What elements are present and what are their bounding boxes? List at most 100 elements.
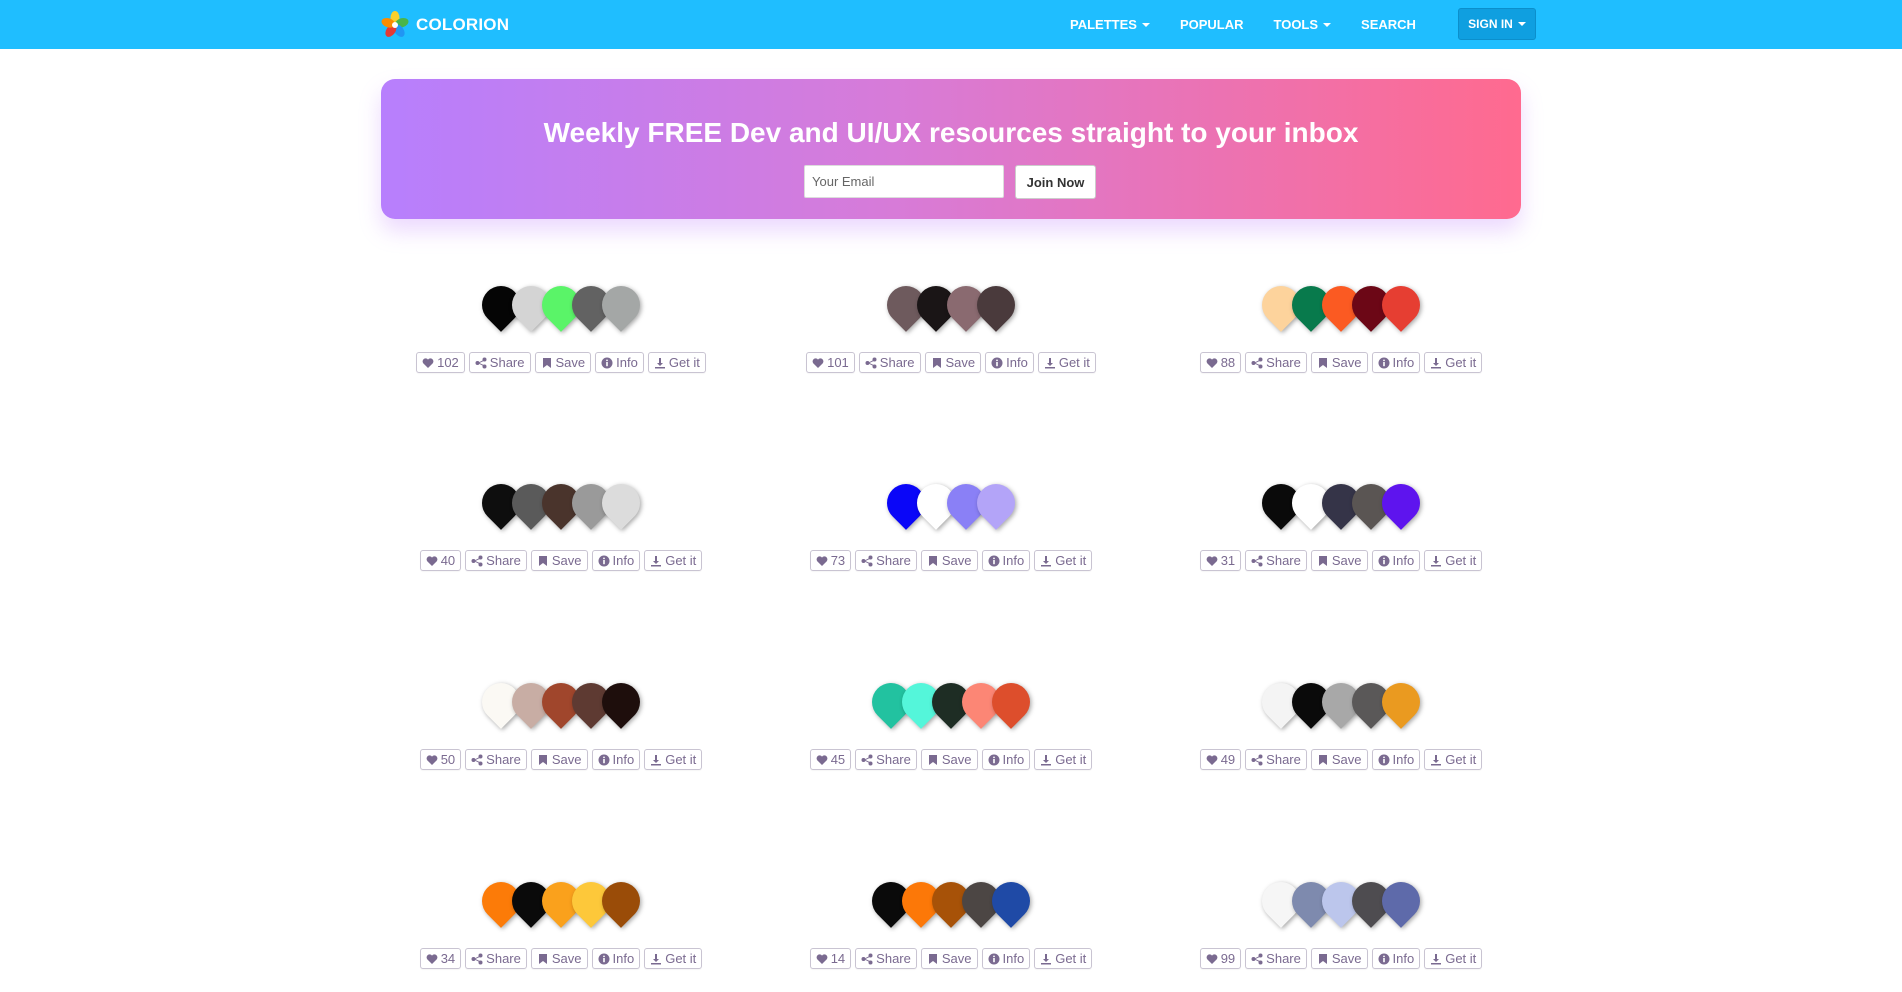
get-it-button[interactable]: Get it [1424, 550, 1483, 571]
info-button[interactable]: Info [591, 948, 641, 969]
save-button[interactable]: Save [530, 948, 588, 969]
save-label: Save [551, 553, 582, 568]
info-button[interactable]: Info [591, 749, 641, 770]
get-it-button[interactable]: Get it [1034, 749, 1093, 770]
get-it-label: Get it [1055, 951, 1087, 966]
like-button[interactable]: 102 [416, 352, 465, 373]
info-button[interactable]: Info [1371, 550, 1421, 571]
like-button[interactable]: 88 [1199, 352, 1242, 373]
email-input[interactable] [804, 165, 1004, 198]
get-it-button[interactable]: Get it [1037, 352, 1096, 373]
like-button[interactable]: 14 [809, 948, 852, 969]
like-button[interactable]: 49 [1199, 749, 1242, 770]
like-button[interactable]: 31 [1199, 550, 1242, 571]
like-button[interactable]: 99 [1199, 948, 1242, 969]
download-icon [651, 754, 662, 765]
download-icon [1431, 357, 1442, 368]
nav-popular[interactable]: POPULAR [1180, 17, 1244, 32]
info-button[interactable]: Info [1371, 948, 1421, 969]
save-button[interactable]: Save [920, 550, 978, 571]
share-button[interactable]: Share [468, 352, 531, 373]
info-button[interactable]: Info [981, 749, 1031, 770]
join-now-button[interactable]: Join Now [1015, 165, 1096, 199]
info-label: Info [1392, 752, 1415, 767]
like-button[interactable]: 34 [419, 948, 462, 969]
color-swatch[interactable] [594, 278, 648, 332]
save-button[interactable]: Save [920, 749, 978, 770]
get-it-label: Get it [1055, 553, 1087, 568]
color-swatch[interactable] [594, 476, 648, 530]
download-icon [1431, 555, 1442, 566]
save-button[interactable]: Save [534, 352, 592, 373]
color-swatch[interactable] [1374, 278, 1428, 332]
color-swatch[interactable] [984, 874, 1038, 928]
like-button[interactable]: 101 [806, 352, 855, 373]
get-it-label: Get it [1058, 355, 1090, 370]
share-button[interactable]: Share [858, 352, 921, 373]
share-button[interactable]: Share [1245, 550, 1307, 571]
palette-card: 49 Share Save Info Get it [1191, 675, 1491, 793]
color-swatch[interactable] [594, 675, 648, 729]
save-button[interactable]: Save [1310, 550, 1368, 571]
get-it-button[interactable]: Get it [1034, 948, 1093, 969]
save-button[interactable]: Save [530, 550, 588, 571]
color-swatch[interactable] [594, 874, 648, 928]
color-swatch[interactable] [1374, 476, 1428, 530]
nav-palettes[interactable]: PALETTES [1070, 17, 1150, 32]
share-label: Share [876, 752, 911, 767]
bookmark-icon [1318, 754, 1327, 765]
save-button[interactable]: Save [1310, 948, 1368, 969]
save-button[interactable]: Save [530, 749, 588, 770]
save-button[interactable]: Save [924, 352, 982, 373]
nav-search[interactable]: SEARCH [1361, 17, 1416, 32]
save-button[interactable]: Save [920, 948, 978, 969]
share-button[interactable]: Share [1245, 749, 1307, 770]
info-button[interactable]: Info [1371, 749, 1421, 770]
get-it-button[interactable]: Get it [1034, 550, 1093, 571]
get-it-button[interactable]: Get it [644, 948, 703, 969]
heart-icon [1206, 357, 1218, 368]
share-button[interactable]: Share [465, 550, 527, 571]
get-it-button[interactable]: Get it [647, 352, 706, 373]
get-it-button[interactable]: Get it [1424, 749, 1483, 770]
bookmark-icon [538, 754, 547, 765]
color-swatch[interactable] [1374, 675, 1428, 729]
like-count: 102 [437, 355, 459, 370]
get-it-button[interactable]: Get it [1424, 352, 1483, 373]
share-button[interactable]: Share [855, 749, 917, 770]
save-button[interactable]: Save [1310, 749, 1368, 770]
share-label: Share [879, 355, 915, 370]
info-button[interactable]: Info [985, 352, 1034, 373]
info-button[interactable]: Info [981, 948, 1031, 969]
share-button[interactable]: Share [855, 550, 917, 571]
info-button[interactable]: Info [595, 352, 644, 373]
color-swatch[interactable] [984, 675, 1038, 729]
share-button[interactable]: Share [1245, 948, 1307, 969]
info-icon [1378, 555, 1390, 566]
share-button[interactable]: Share [465, 948, 527, 969]
nav-tools[interactable]: TOOLS [1274, 17, 1332, 32]
share-button[interactable]: Share [855, 948, 917, 969]
color-swatch[interactable] [969, 476, 1023, 530]
info-label: Info [1002, 752, 1025, 767]
like-button[interactable]: 40 [419, 550, 462, 571]
save-button[interactable]: Save [1310, 352, 1368, 373]
brand-logo-link[interactable]: COLORION [380, 10, 509, 39]
info-button[interactable]: Info [981, 550, 1031, 571]
like-button[interactable]: 73 [809, 550, 852, 571]
get-it-button[interactable]: Get it [644, 749, 703, 770]
info-button[interactable]: Info [1371, 352, 1421, 373]
sign-in-button[interactable]: SIGN IN [1458, 8, 1536, 40]
get-it-button[interactable]: Get it [644, 550, 703, 571]
palette-swatches [1254, 278, 1428, 336]
like-button[interactable]: 45 [809, 749, 852, 770]
download-icon [651, 953, 662, 964]
color-swatch[interactable] [969, 278, 1023, 332]
color-swatch[interactable] [1374, 874, 1428, 928]
info-button[interactable]: Info [591, 550, 641, 571]
share-button[interactable]: Share [465, 749, 527, 770]
get-it-button[interactable]: Get it [1424, 948, 1483, 969]
like-button[interactable]: 50 [419, 749, 462, 770]
share-button[interactable]: Share [1245, 352, 1307, 373]
bookmark-icon [1318, 555, 1327, 566]
